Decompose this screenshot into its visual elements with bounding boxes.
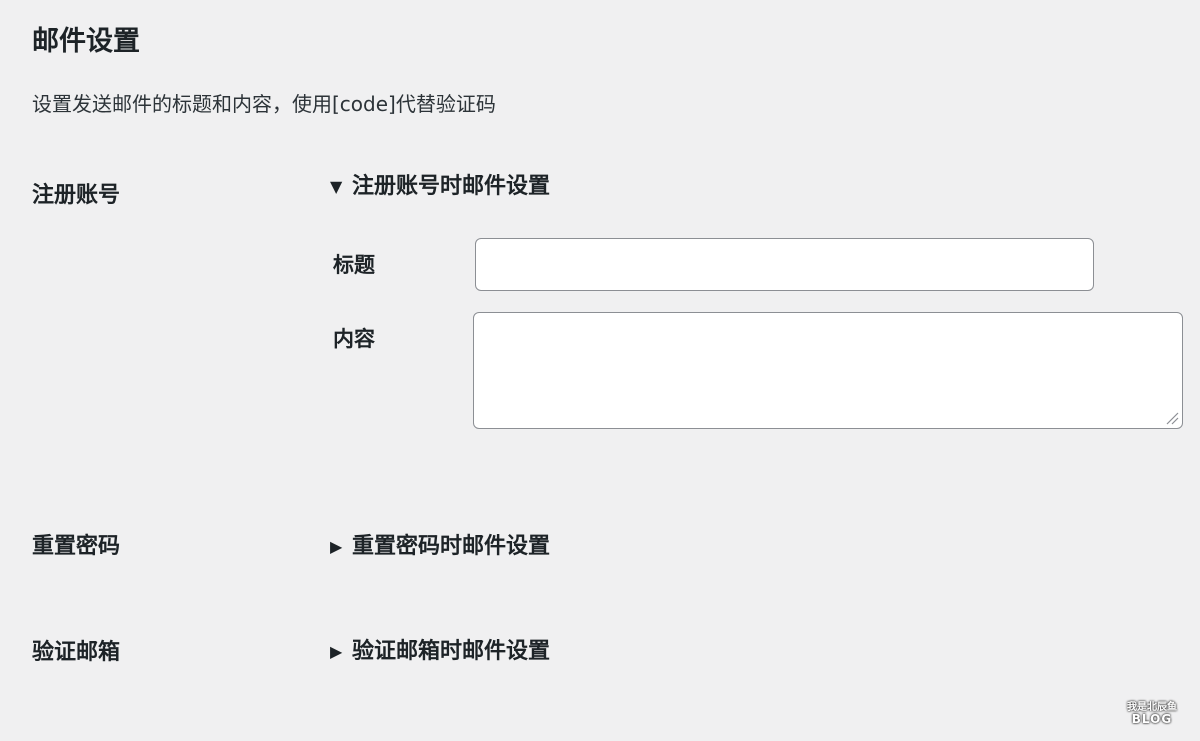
summary-label-reset-password: 重置密码时邮件设置 <box>352 534 551 559</box>
resize-grip-icon[interactable] <box>1165 411 1179 425</box>
watermark-bottom-text: BLOG <box>1131 712 1173 726</box>
email-content-textarea[interactable] <box>473 312 1183 429</box>
details-summary-register[interactable]: ▼ 注册账号时邮件设置 <box>330 171 550 203</box>
details-summary-reset-password[interactable]: ▶ 重置密码时邮件设置 <box>330 531 550 563</box>
row-label-register: 注册账号 <box>32 183 121 208</box>
page-description: 设置发送邮件的标题和内容，使用[code]代替验证码 <box>32 92 496 116</box>
field-label-content: 内容 <box>333 327 375 351</box>
field-label-title: 标题 <box>333 253 375 277</box>
summary-label-verify-email: 验证邮箱时邮件设置 <box>352 639 551 664</box>
summary-label-register: 注册账号时邮件设置 <box>352 174 551 199</box>
page-title: 邮件设置 <box>32 26 140 57</box>
email-title-input[interactable] <box>475 238 1094 291</box>
triangle-down-icon: ▼ <box>330 177 343 196</box>
details-summary-verify-email[interactable]: ▶ 验证邮箱时邮件设置 <box>330 636 550 668</box>
row-label-reset-password: 重置密码 <box>32 534 121 559</box>
triangle-right-icon: ▶ <box>330 642 343 661</box>
watermark-logo: 我是北辰鱼 BLOG <box>1118 703 1186 731</box>
row-label-verify-email: 验证邮箱 <box>32 640 121 665</box>
triangle-right-icon: ▶ <box>330 537 343 556</box>
